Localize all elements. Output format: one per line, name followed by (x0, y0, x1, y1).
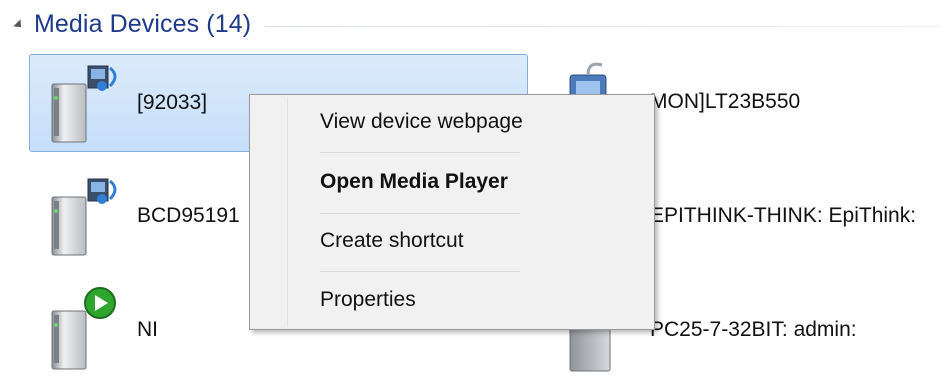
device-label: MON]LT23B550 (650, 90, 801, 113)
context-menu: View device webpage Open Media Player Cr… (249, 94, 655, 330)
media-devices-group-header[interactable]: Media Devices (14) (13, 6, 939, 42)
device-item-ni[interactable]: NI (30, 282, 250, 378)
menu-separator (320, 152, 520, 153)
media-device-icon (30, 58, 125, 148)
device-label: BCD95191 (137, 204, 240, 227)
menu-separator (320, 271, 520, 272)
menu-item-open-media-player[interactable]: Open Media Player (320, 170, 508, 194)
group-title: Media Devices (14) (34, 9, 252, 38)
device-label: EPITHINK-THINK: EpiThink: (650, 204, 917, 227)
menu-item-properties[interactable]: Properties (320, 288, 416, 312)
device-label: [92033] (137, 91, 208, 114)
group-divider (265, 25, 939, 27)
menu-gutter (287, 97, 288, 327)
device-label: NI (137, 318, 158, 341)
menu-item-create-shortcut[interactable]: Create shortcut (320, 229, 464, 253)
menu-item-view-device-webpage[interactable]: View device webpage (320, 110, 523, 134)
media-player-device-icon (30, 285, 125, 375)
device-item-bcd95191[interactable]: BCD95191 (30, 168, 260, 264)
collapse-arrow-icon[interactable] (13, 19, 25, 31)
device-label: PC25-7-32BIT: admin: (650, 318, 857, 341)
media-device-icon (30, 171, 125, 261)
menu-separator (320, 213, 520, 214)
